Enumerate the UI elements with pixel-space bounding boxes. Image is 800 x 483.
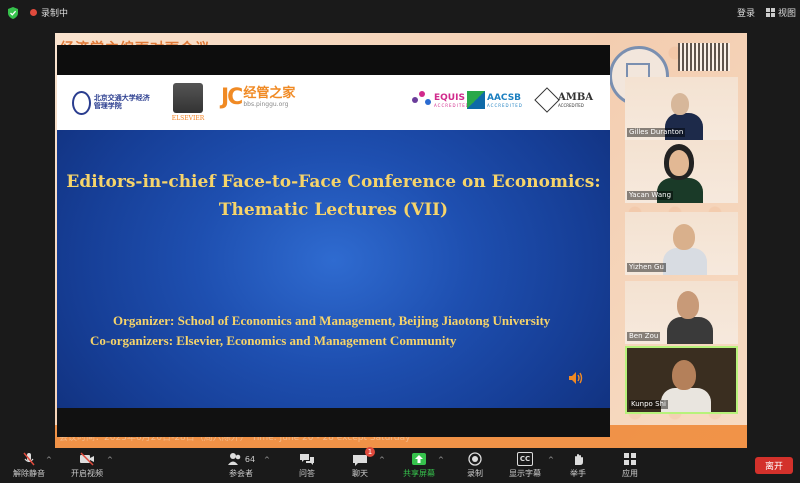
participant-body [667, 317, 713, 344]
captions-button[interactable]: CC 显示字幕 [508, 448, 542, 483]
share-screen-button[interactable]: 共享屏幕 [402, 448, 436, 483]
participant-tile[interactable]: Ben Zou [625, 281, 738, 344]
participants-count: 64 [244, 454, 256, 464]
captions-icon: CC [517, 452, 533, 466]
chat-icon-wrap: 1 [352, 447, 375, 466]
raise-hand-button[interactable]: 举手 [566, 448, 590, 483]
amba-subtext: ACCREDITED [558, 103, 584, 108]
participants-icon [227, 453, 241, 465]
bjtu-emblem-icon [72, 91, 91, 115]
view-grid-icon [766, 8, 775, 17]
mic-muted-icon [23, 452, 35, 466]
slide-bottom-band [57, 408, 610, 437]
aacsb-square-icon [467, 91, 485, 109]
unmute-label: 解除静音 [13, 469, 45, 478]
record-button[interactable]: 录制 [463, 448, 487, 483]
start-video-label: 开启视频 [71, 469, 103, 478]
participant-head [671, 93, 689, 115]
elsevier-tree-icon [173, 83, 203, 113]
participants-options-caret[interactable]: ^ [264, 456, 270, 464]
video-options-caret[interactable]: ^ [107, 456, 113, 464]
aacsb-subtext: ACCREDITED [487, 102, 523, 108]
slide-top-band [57, 45, 610, 75]
qr-code [678, 43, 730, 71]
audio-options-caret[interactable]: ^ [46, 456, 52, 464]
share-screen-label: 共享屏幕 [403, 469, 435, 478]
participant-head [673, 224, 695, 250]
start-video-button[interactable]: 开启视频 [70, 448, 104, 483]
participant-head [669, 150, 689, 176]
equis-logo: EQUIS ACCREDITED [412, 91, 470, 109]
participant-tile[interactable]: Yizhen Gu [625, 212, 738, 275]
aacsb-logo: AACSB ACCREDITED [467, 91, 523, 109]
top-bar: 录制中 登录 视图 [0, 0, 800, 26]
pinggu-name: 经管之家 [243, 86, 296, 101]
equis-text: EQUIS [434, 92, 465, 103]
captions-options-caret[interactable]: ^ [548, 456, 554, 464]
participant-name: Gilles Duranton [627, 128, 686, 137]
bjtu-logo: 北京交通大学经济管理学院 [72, 88, 156, 118]
qa-button[interactable]: 问答 [295, 448, 319, 483]
participant-head [677, 291, 699, 319]
aacsb-text: AACSB [487, 92, 522, 103]
elsevier-logo: ELSEVIER [171, 83, 205, 125]
record-icon [468, 452, 482, 466]
participant-tile-active[interactable]: Kunpo Shi [625, 346, 738, 414]
chat-button[interactable]: 1 聊天 [348, 447, 375, 483]
record-label: 录制 [467, 469, 483, 478]
hand-icon [575, 454, 583, 465]
equis-subtext: ACCREDITED [434, 102, 470, 108]
captions-label: 显示字幕 [509, 469, 541, 478]
amba-text: AMBA [558, 92, 594, 103]
view-label: 视图 [778, 9, 797, 19]
apps-icon [624, 453, 636, 465]
bjtu-logo-text: 北京交通大学经济管理学院 [93, 94, 150, 110]
slide-title-line2: Thematic Lectures (VII) [218, 200, 449, 220]
raise-hand-label: 举手 [570, 469, 586, 478]
participant-body [663, 248, 707, 275]
apps-button[interactable]: 应用 [618, 448, 642, 483]
chat-options-caret[interactable]: ^ [379, 456, 385, 464]
view-button[interactable]: 视图 [766, 6, 796, 19]
meeting-toolbar: 解除静音 ^ 开启视频 ^ 64 参会者 ^ 问答 1 聊天 ^ 共享屏幕 ^ … [0, 447, 800, 483]
pinggu-url: bbs.pinggu.org [243, 101, 289, 108]
recording-status: 录制中 [41, 9, 69, 19]
share-options-caret[interactable]: ^ [438, 456, 444, 464]
participant-name: Ben Zou [627, 332, 661, 341]
participant-tile[interactable]: Yacan Wang [625, 140, 738, 203]
unmute-button[interactable]: 解除静音 [12, 448, 46, 483]
participant-body [661, 388, 711, 412]
pinggu-logo: JC 经管之家 bbs.pinggu.org [221, 85, 295, 110]
share-screen-icon [412, 453, 426, 465]
recording-dot-icon [30, 9, 37, 16]
login-button[interactable]: 登录 [737, 6, 755, 19]
amba-star-icon [534, 87, 560, 113]
slide-title-line1: Editors-in-chief Face-to-Face Conference… [66, 172, 601, 192]
speaker-icon[interactable] [568, 370, 584, 386]
participants-label: 参会者 [229, 469, 253, 478]
presentation-slide: 北京交通大学经济管理学院 ELSEVIER JC 经管之家 bbs.pinggu… [57, 45, 610, 437]
participant-head [672, 360, 696, 390]
leave-button[interactable]: 离开 [755, 457, 793, 474]
qa-label: 问答 [299, 469, 315, 478]
elsevier-logo-text: ELSEVIER [171, 115, 205, 122]
slide-organizer: Organizer: School of Economics and Manag… [113, 313, 551, 328]
captions-icon-text: CC [519, 455, 531, 463]
participant-tile[interactable]: Gilles Duranton [625, 77, 738, 140]
qa-icon [300, 454, 314, 465]
chat-label: 聊天 [352, 469, 368, 478]
video-off-icon [80, 452, 94, 466]
shield-icon [8, 7, 18, 19]
participant-name: Yizhen Gu [627, 263, 666, 272]
pinggu-mark: JC [221, 85, 243, 110]
apps-label: 应用 [622, 469, 638, 478]
participants-button[interactable]: 64 参会者 [226, 448, 256, 483]
logo-strip: 北京交通大学经济管理学院 ELSEVIER JC 经管之家 bbs.pinggu… [57, 75, 610, 130]
participant-name: Kunpo Shi [629, 400, 668, 409]
chat-badge: 1 [365, 447, 375, 457]
amba-logo: AMBA ACCREDITED [534, 87, 594, 113]
equis-dots-icon [412, 91, 432, 109]
participant-name: Yacan Wang [627, 191, 674, 200]
slide-coorganizers: Co-organizers: Elsevier, Economics and M… [90, 333, 457, 348]
